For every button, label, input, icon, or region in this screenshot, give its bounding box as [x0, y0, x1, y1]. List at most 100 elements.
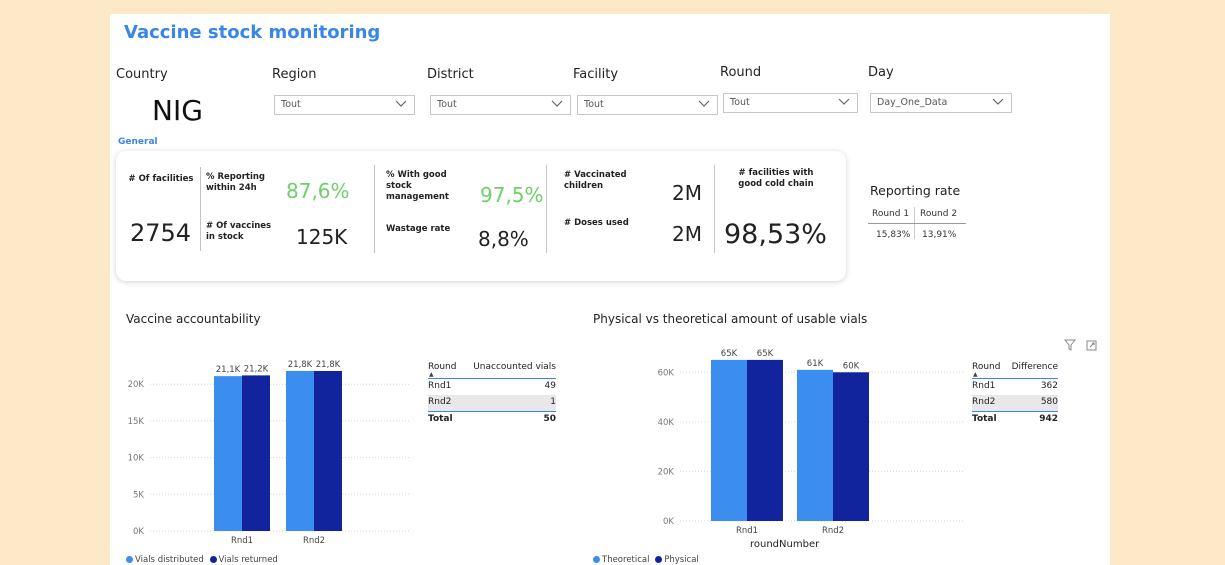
bar-rnd1-b[interactable]	[242, 375, 270, 531]
divider	[546, 165, 547, 253]
table-row: Rnd1 362	[972, 379, 1058, 395]
data-label: 21,1K	[216, 365, 241, 375]
facility-dropdown-value: Tout	[584, 99, 604, 110]
table-cell: 49	[544, 381, 556, 391]
table-cell: Rnd2	[428, 397, 452, 407]
district-label: District	[427, 67, 474, 82]
page-title: Vaccine stock monitoring	[124, 22, 381, 43]
table-row: Rnd2 1	[428, 395, 556, 411]
region-label: Region	[272, 67, 317, 82]
facilities-value: 2754	[130, 219, 192, 247]
bar-rnd2-b[interactable]	[314, 370, 342, 531]
filter-icon[interactable]	[1064, 339, 1076, 351]
chevron-down-icon	[992, 98, 1004, 105]
general-section-label: General	[118, 137, 158, 147]
y-tick-label: 0K	[133, 527, 144, 537]
day-dropdown[interactable]: Day_One_Data	[870, 93, 1012, 113]
x-tick-label: Rnd1	[231, 536, 253, 546]
vaccinated-label: # Vaccinated children	[564, 170, 627, 191]
sort-asc-icon[interactable]: ▲	[973, 371, 978, 378]
physical-chart: 0K 20K 40K 60K 65K 65K Rnd1 61K 60K Rnd2	[580, 344, 970, 549]
wastage-value: 8,8%	[478, 227, 529, 251]
focus-mode-icon[interactable]	[1086, 340, 1097, 351]
accountability-legend: Vials distributed Vials returned	[126, 555, 278, 565]
table-cell: 50	[543, 414, 556, 424]
doses-value: 2M	[672, 222, 702, 246]
physical-title: Physical vs theoretical amount of usable…	[593, 312, 868, 326]
region-dropdown[interactable]: Tout	[274, 95, 415, 115]
y-tick-label: 15K	[128, 417, 145, 427]
y-tick-label: 20K	[658, 467, 675, 477]
table-cell: 1	[550, 397, 556, 407]
chevron-down-icon	[838, 98, 850, 105]
accountability-title: Vaccine accountability	[126, 312, 261, 326]
bar-rnd2-b[interactable]	[833, 372, 869, 521]
bar-rnd1-b[interactable]	[747, 359, 783, 521]
x-axis-label: roundNumber	[750, 539, 820, 550]
bar-rnd2-a[interactable]	[286, 370, 314, 531]
table-cell: Total	[428, 414, 453, 424]
chevron-down-icon	[698, 100, 710, 107]
data-label: 65K	[721, 349, 738, 359]
table-header: Round Unaccounted vials ▲	[428, 362, 556, 378]
bar-rnd2-a[interactable]	[797, 369, 833, 521]
legend-label: Vials returned	[218, 555, 278, 565]
divider	[200, 167, 201, 251]
accountability-chart: 0K 5K 10K 15K 20K 21,1K 21,2K Rnd1 21,8K 21,8K Rnd…	[110, 344, 420, 549]
x-tick-label: Rnd2	[303, 536, 325, 546]
chart-svg: 0K 5K 10K 15K 20K 21,1K 21,2K Rnd1 21,8K 21,8K Rnd…	[128, 360, 410, 546]
reporting-rate-title: Reporting rate	[870, 183, 961, 198]
sort-asc-icon[interactable]: ▲	[429, 371, 434, 378]
table-header-unaccounted: Unaccounted vials	[473, 362, 556, 372]
day-label: Day	[868, 65, 894, 80]
country-value: NIG	[152, 94, 203, 127]
legend-swatch-returned	[209, 556, 217, 563]
x-tick-label: Rnd2	[822, 526, 844, 536]
legend-label: Theoretical	[602, 555, 650, 565]
reporting-rate-value-round2: 13,91%	[922, 230, 957, 240]
cold-chain-value: 98,53%	[724, 219, 827, 250]
table-cell: Rnd1	[428, 381, 452, 391]
table-cell: 362	[1040, 381, 1058, 391]
y-tick-label: 60K	[658, 368, 675, 378]
difference-table: Round Difference ▲ Rnd1 362 Rnd2 580 Tot…	[972, 362, 1058, 428]
chevron-down-icon	[551, 100, 563, 107]
reporting-rate-header-round2: Round 2	[920, 209, 958, 219]
accountability-table: Round Unaccounted vials ▲ Rnd1 49 Rnd2 1…	[428, 362, 556, 428]
reporting-rate-header-round1: Round 1	[872, 209, 910, 219]
table-cell: 942	[1039, 414, 1058, 424]
data-label: 61K	[807, 359, 824, 369]
table-total-row: Total 50	[428, 412, 556, 428]
table-cell: Rnd1	[972, 381, 996, 391]
facility-dropdown[interactable]: Tout	[577, 95, 718, 115]
round-label: Round	[720, 65, 762, 80]
table-header-difference: Difference	[1011, 362, 1058, 372]
stock-management-value: 97,5%	[480, 183, 544, 207]
divider	[374, 165, 375, 253]
report-canvas: Vaccine stock monitoring Country NIG Reg…	[110, 14, 1110, 565]
table-row: Rnd2 580	[972, 395, 1058, 411]
data-label: 65K	[757, 349, 774, 359]
divider	[714, 165, 715, 253]
table-row: Rnd1 49	[428, 379, 556, 395]
vaccinated-value: 2M	[672, 181, 702, 205]
vaccines-stock-value: 125K	[296, 225, 348, 249]
divider	[868, 223, 966, 224]
legend-label: Physical	[664, 555, 699, 565]
reporting-rate-value-round1: 15,83%	[876, 230, 911, 240]
round-dropdown[interactable]: Tout	[723, 93, 858, 113]
cold-chain-label: # facilities with good cold chain	[738, 168, 814, 189]
x-tick-label: Rnd1	[736, 526, 758, 536]
bar-rnd1-a[interactable]	[214, 376, 242, 531]
y-tick-label: 10K	[128, 454, 145, 464]
country-label: Country	[116, 67, 168, 82]
district-dropdown[interactable]: Tout	[430, 95, 571, 115]
table-cell: Total	[972, 414, 997, 424]
y-tick-label: 20K	[128, 380, 145, 390]
doses-label: # Doses used	[564, 218, 629, 228]
bar-rnd1-a[interactable]	[711, 359, 747, 521]
legend-swatch-theoretical	[593, 556, 600, 563]
district-dropdown-value: Tout	[437, 99, 457, 110]
y-tick-label: 40K	[658, 418, 675, 428]
data-label: 21,8K	[288, 360, 313, 370]
